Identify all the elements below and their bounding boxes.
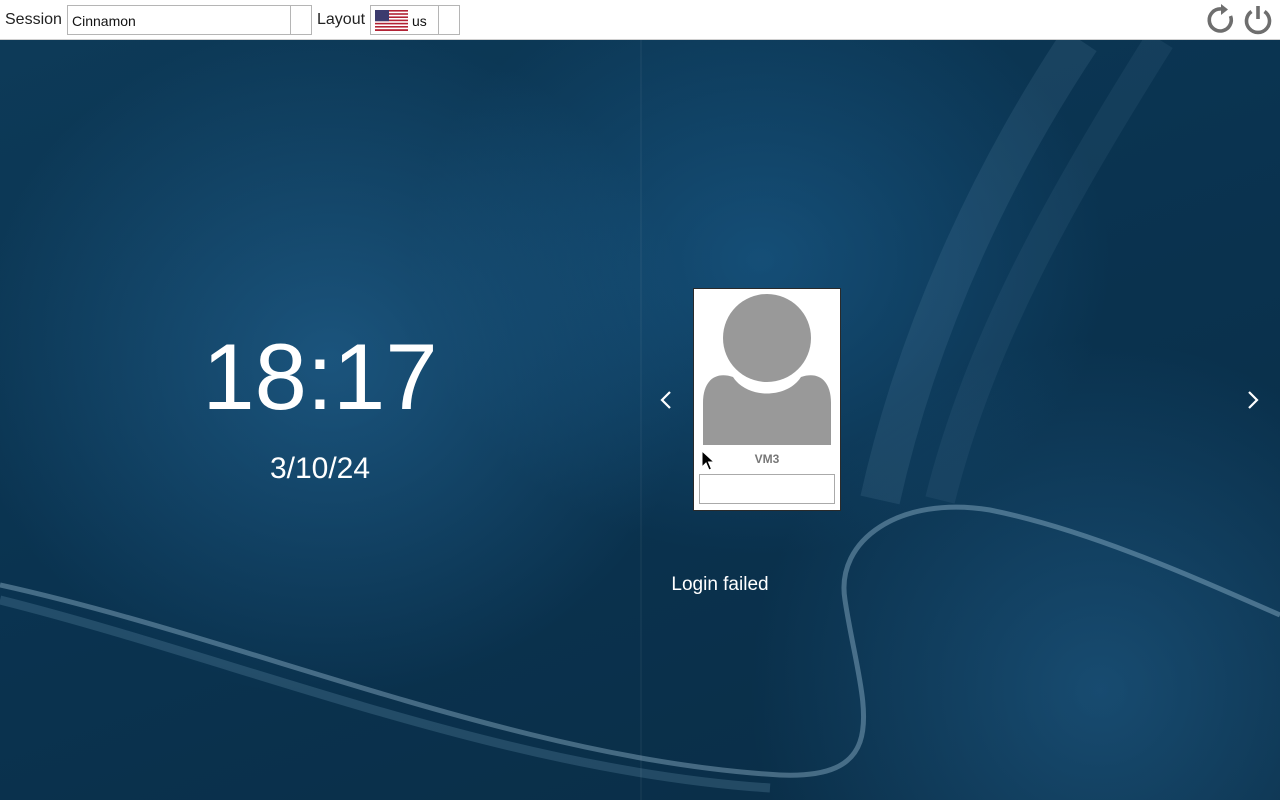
restart-icon[interactable]: [1205, 4, 1237, 36]
session-value: Cinnamon: [72, 13, 136, 29]
user-avatar-icon: [703, 294, 831, 445]
session-dropdown-button[interactable]: [290, 6, 311, 34]
password-input[interactable]: [699, 474, 835, 504]
layout-label: Layout: [317, 11, 366, 28]
us-flag-icon: [375, 10, 408, 31]
user-card[interactable]: VM3: [693, 288, 841, 511]
layout-dropdown-button[interactable]: [438, 6, 459, 34]
login-status-message: Login failed: [671, 574, 769, 595]
clock-date: 3/10/24: [269, 452, 371, 485]
chevron-left-icon[interactable]: [654, 385, 678, 415]
power-icon[interactable]: [1242, 4, 1274, 36]
session-select[interactable]: Cinnamon: [67, 5, 312, 35]
username-label: VM3: [754, 452, 780, 466]
layout-value: us: [412, 13, 427, 29]
layout-select[interactable]: us: [370, 5, 460, 35]
chevron-right-icon[interactable]: [1241, 385, 1265, 415]
top-bar: Session Cinnamon Layout us: [0, 0, 1280, 40]
mouse-cursor-icon: [701, 450, 715, 471]
session-label: Session: [5, 11, 62, 28]
clock-time: 18:17: [202, 324, 438, 429]
